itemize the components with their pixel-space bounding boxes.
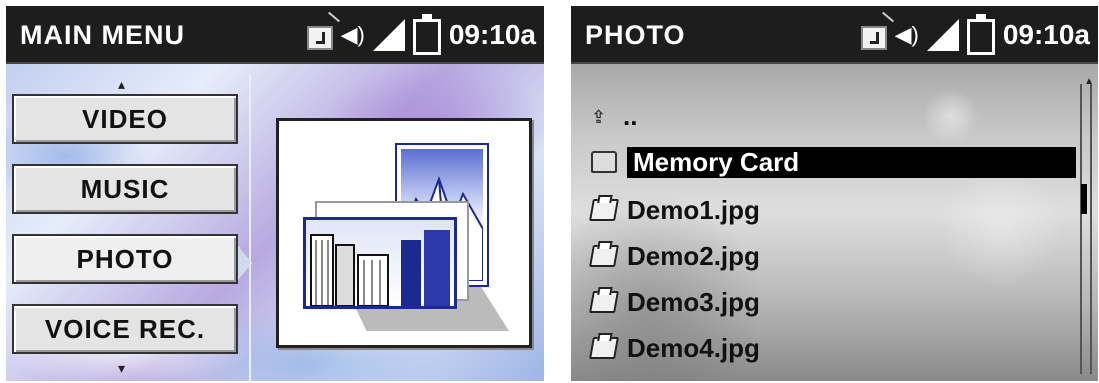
memory-card-icon	[306, 26, 333, 50]
up-folder-icon: ⇪	[591, 107, 607, 127]
list-item-demo3[interactable]: Demo3.jpg	[589, 282, 760, 322]
menu-panel: ▴ VIDEO MUSIC PHOTO VOICE REC. ▾	[6, 74, 251, 381]
memory-card-icon	[860, 26, 887, 50]
clock: 09:10a	[1002, 19, 1090, 50]
city-photo-icon	[303, 217, 457, 309]
photo-gallery-icon	[276, 118, 532, 348]
image-file-icon	[589, 337, 619, 359]
screen-title: MAIN MENU	[20, 20, 185, 50]
main-menu-screen: MAIN MENU ◀) 09:10a ▴ VIDEO MUSIC PHOTO …	[6, 6, 544, 381]
menu-item-voice-rec[interactable]: VOICE REC.	[12, 304, 238, 354]
battery-icon	[966, 14, 995, 55]
image-file-icon	[589, 199, 619, 221]
image-file-icon	[589, 245, 619, 267]
list-item-demo4[interactable]: Demo4.jpg	[589, 328, 760, 368]
header-bar: PHOTO ◀) 09:10a	[571, 6, 1098, 64]
list-item-label: Demo4.jpg	[627, 332, 760, 363]
list-item-label: Memory Card	[627, 146, 1076, 178]
image-file-icon	[589, 291, 619, 313]
list-item-demo1[interactable]: Demo1.jpg	[589, 190, 760, 230]
photo-browser-screen: PHOTO ◀) 09:10a ⇪ .. Memory Card Demo1.j…	[571, 6, 1098, 381]
list-item-label: Demo3.jpg	[627, 286, 760, 317]
speaker-icon: ◀)	[894, 22, 919, 47]
scrollbar[interactable]	[1080, 84, 1092, 374]
menu-item-photo[interactable]: PHOTO	[12, 234, 238, 284]
list-item-label: Demo2.jpg	[627, 240, 760, 271]
menu-item-video[interactable]: VIDEO	[12, 94, 238, 144]
speaker-icon: ◀)	[340, 22, 365, 47]
list-item-demo2[interactable]: Demo2.jpg	[589, 236, 760, 276]
signal-icon	[926, 19, 959, 51]
file-list: ⇪ .. Memory Card Demo1.jpg Demo2.jpg Dem…	[571, 74, 1098, 381]
signal-icon	[372, 19, 405, 51]
scroll-up-icon[interactable]: ▴	[118, 76, 125, 93]
scroll-down-icon[interactable]: ▾	[118, 360, 125, 377]
menu-item-music[interactable]: MUSIC	[12, 164, 238, 214]
status-bar: ◀) 09:10a	[306, 14, 536, 56]
list-item-label: Demo1.jpg	[627, 194, 760, 225]
header-bar: MAIN MENU ◀) 09:10a	[6, 6, 544, 64]
list-item-memory-card[interactable]: Memory Card	[591, 142, 1076, 182]
status-bar: ◀) 09:10a	[860, 14, 1090, 56]
screen-title: PHOTO	[585, 20, 686, 50]
scrollbar-thumb[interactable]	[1081, 184, 1087, 214]
battery-icon	[412, 14, 441, 55]
list-item-parent[interactable]: ⇪ ..	[591, 96, 637, 136]
clock: 09:10a	[448, 19, 536, 50]
list-item-label: ..	[623, 100, 638, 131]
folder-icon	[591, 151, 617, 173]
